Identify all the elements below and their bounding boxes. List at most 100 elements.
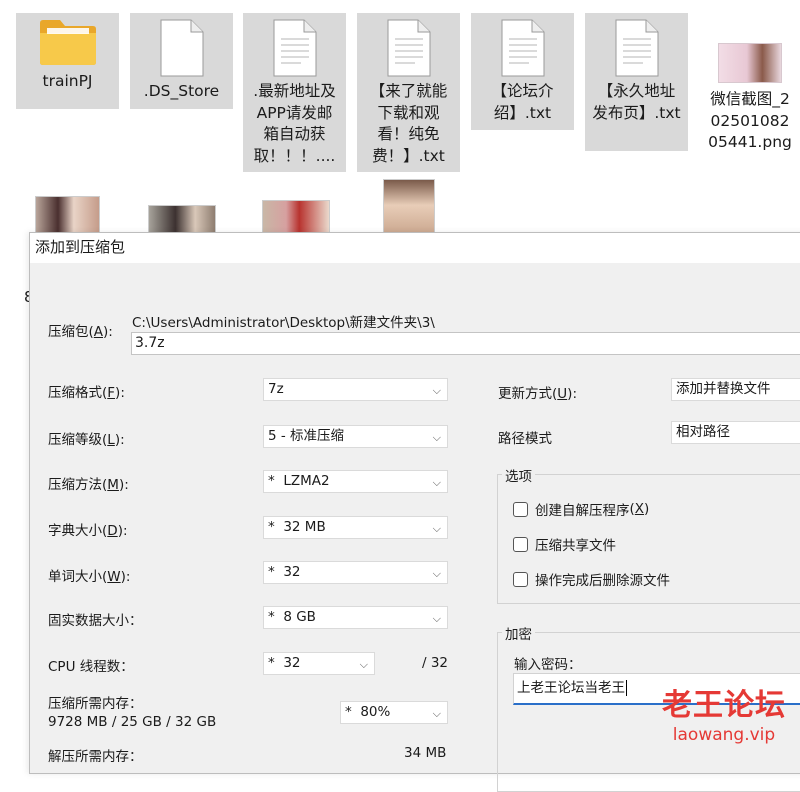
level-value: 5 - 标准压缩 [268, 428, 345, 444]
file-label: 【论坛介绍】.txt [491, 82, 554, 122]
text-file-icon [273, 19, 316, 77]
word-label: 单词大小 [48, 569, 102, 585]
dict-value: * 32 MB [268, 519, 326, 535]
shared-files-label: 压缩共享文件 [535, 538, 616, 554]
text-file-icon [615, 19, 658, 77]
update-label-wrap: 更新方式(U): [498, 386, 577, 402]
watermark-url: laowang.vip [672, 725, 776, 745]
compress-memory-detail: 9728 MB / 25 GB / 32 GB [48, 714, 217, 730]
dict-label-wrap: 字典大小(D): [48, 523, 128, 539]
image-thumbnail-icon [718, 43, 782, 83]
decompress-memory-value: 34 MB [404, 745, 447, 761]
watermark-logo: 老王论坛 laowang.vip [662, 688, 786, 746]
archive-label-wrap: 压缩包(A): [48, 324, 113, 340]
path-mode-select[interactable]: 相对路径 [671, 421, 800, 444]
text-file-icon [387, 19, 430, 77]
format-select[interactable]: 7z ⌵ [263, 378, 448, 401]
image-thumbnail-icon[interactable] [383, 179, 435, 237]
desktop-file-forum-intro[interactable]: 【论坛介绍】.txt [471, 13, 574, 130]
word-label-wrap: 单词大小(W): [48, 569, 131, 585]
level-label: 压缩等级 [48, 432, 102, 448]
archive-name-value: 3.7z [135, 335, 165, 351]
file-label: 【永久地址发布页】.txt [592, 82, 681, 122]
dict-accel: D [107, 523, 118, 539]
dict-label: 字典大小 [48, 523, 102, 539]
level-accel: L [107, 432, 115, 448]
word-accel: W [107, 569, 121, 585]
method-accel: M [107, 477, 119, 493]
sfx-checkbox[interactable]: 创建自解压程序(X) [513, 499, 649, 519]
update-mode-select[interactable]: 添加并替换文件 [671, 378, 800, 401]
password-value: 上老王论坛当老王 [517, 680, 625, 696]
format-value: 7z [268, 381, 284, 397]
method-label: 压缩方法 [48, 477, 102, 493]
archive-path: C:\Users\Administrator\Desktop\新建文件夹\3\ [132, 315, 435, 331]
file-label: .DS_Store [143, 82, 220, 100]
desktop-file-trainpj[interactable]: trainPJ [16, 13, 119, 109]
update-label: 更新方式 [498, 386, 552, 402]
desktop-file-free-download[interactable]: 【来了就能下载和观看！纯免费！】.txt [357, 13, 460, 172]
desktop-file-latest-address[interactable]: .最新地址及APP请发邮箱自动获取！！！.... [243, 13, 346, 172]
threads-total: / 32 [422, 655, 449, 671]
chevron-down-icon: ⌵ [359, 658, 368, 671]
chevron-down-icon: ⌵ [432, 567, 441, 580]
update-accel: U [557, 386, 568, 402]
format-accel: F [107, 385, 116, 401]
options-title: 选项 [502, 465, 535, 485]
chevron-down-icon: ⌵ [432, 384, 441, 397]
path-mode-label: 路径模式 [498, 431, 552, 447]
text-file-icon [501, 19, 544, 77]
memory-usage-select[interactable]: * 80% ⌵ [340, 701, 448, 724]
checkbox-box[interactable] [513, 571, 528, 587]
method-label-wrap: 压缩方法(M): [48, 477, 129, 493]
word-size-select[interactable]: * 32 ⌵ [263, 561, 448, 584]
archive-label: 压缩包 [48, 324, 89, 340]
watermark-text: 老王论坛 [662, 688, 786, 723]
solid-label: 固实数据大小： [48, 613, 143, 629]
format-label-wrap: 压缩格式(F): [48, 385, 125, 401]
threads-label: CPU 线程数： [48, 659, 134, 675]
path-mode-value: 相对路径 [676, 424, 730, 440]
solid-value: * 8 GB [268, 609, 316, 625]
file-label: 微信截图_20250108205441.png [708, 90, 792, 151]
dict-size-select[interactable]: * 32 MB ⌵ [263, 516, 448, 539]
update-value: 添加并替换文件 [676, 381, 771, 397]
format-label: 压缩格式 [48, 385, 102, 401]
desktop-file-wechat-screenshot[interactable]: 微信截图_20250108205441.png [700, 13, 800, 172]
file-label: trainPJ [42, 72, 93, 90]
shared-files-checkbox[interactable]: 压缩共享文件 [513, 534, 616, 554]
desktop-file-permanent-address[interactable]: 【永久地址发布页】.txt [585, 13, 688, 151]
solid-size-select[interactable]: * 8 GB ⌵ [263, 606, 448, 629]
delete-after-label: 操作完成后删除源文件 [535, 573, 670, 589]
decompress-memory-label: 解压所需内存： [48, 749, 143, 765]
dialog-title: 添加到压缩包 [30, 233, 800, 263]
encryption-title: 加密 [502, 623, 535, 643]
password-label: 输入密码： [514, 657, 582, 673]
level-label-wrap: 压缩等级(L): [48, 432, 125, 448]
chevron-down-icon: ⌵ [432, 707, 441, 720]
checkbox-box[interactable] [513, 501, 528, 517]
threads-select[interactable]: * 32 ⌵ [263, 652, 375, 675]
chevron-down-icon: ⌵ [432, 522, 441, 535]
method-value: * LZMA2 [268, 473, 330, 489]
chevron-down-icon: ⌵ [432, 612, 441, 625]
chevron-down-icon: ⌵ [432, 431, 441, 444]
chevron-down-icon: ⌵ [432, 476, 441, 489]
checkbox-box[interactable] [513, 536, 528, 552]
file-label: 【来了就能下载和观看！纯免费！】.txt [369, 82, 448, 165]
archive-name-input[interactable]: 3.7z ⌵ [131, 332, 800, 355]
compress-memory-label: 压缩所需内存： [48, 696, 143, 712]
word-value: * 32 [268, 564, 301, 580]
file-icon [160, 19, 203, 77]
threads-value: * 32 [268, 655, 301, 671]
level-select[interactable]: 5 - 标准压缩 ⌵ [263, 425, 448, 448]
file-label: .最新地址及APP请发邮箱自动获取！！！.... [253, 82, 336, 165]
delete-after-checkbox[interactable]: 操作完成后删除源文件 [513, 569, 670, 589]
memory-usage-value: * 80% [345, 704, 391, 720]
text-caret [626, 680, 627, 696]
method-select[interactable]: * LZMA2 ⌵ [263, 470, 448, 493]
sfx-accel: X [634, 501, 645, 517]
sfx-label: 创建自解压程序 [535, 503, 630, 519]
desktop-file-ds-store[interactable]: .DS_Store [130, 13, 233, 109]
folder-icon [39, 20, 96, 65]
